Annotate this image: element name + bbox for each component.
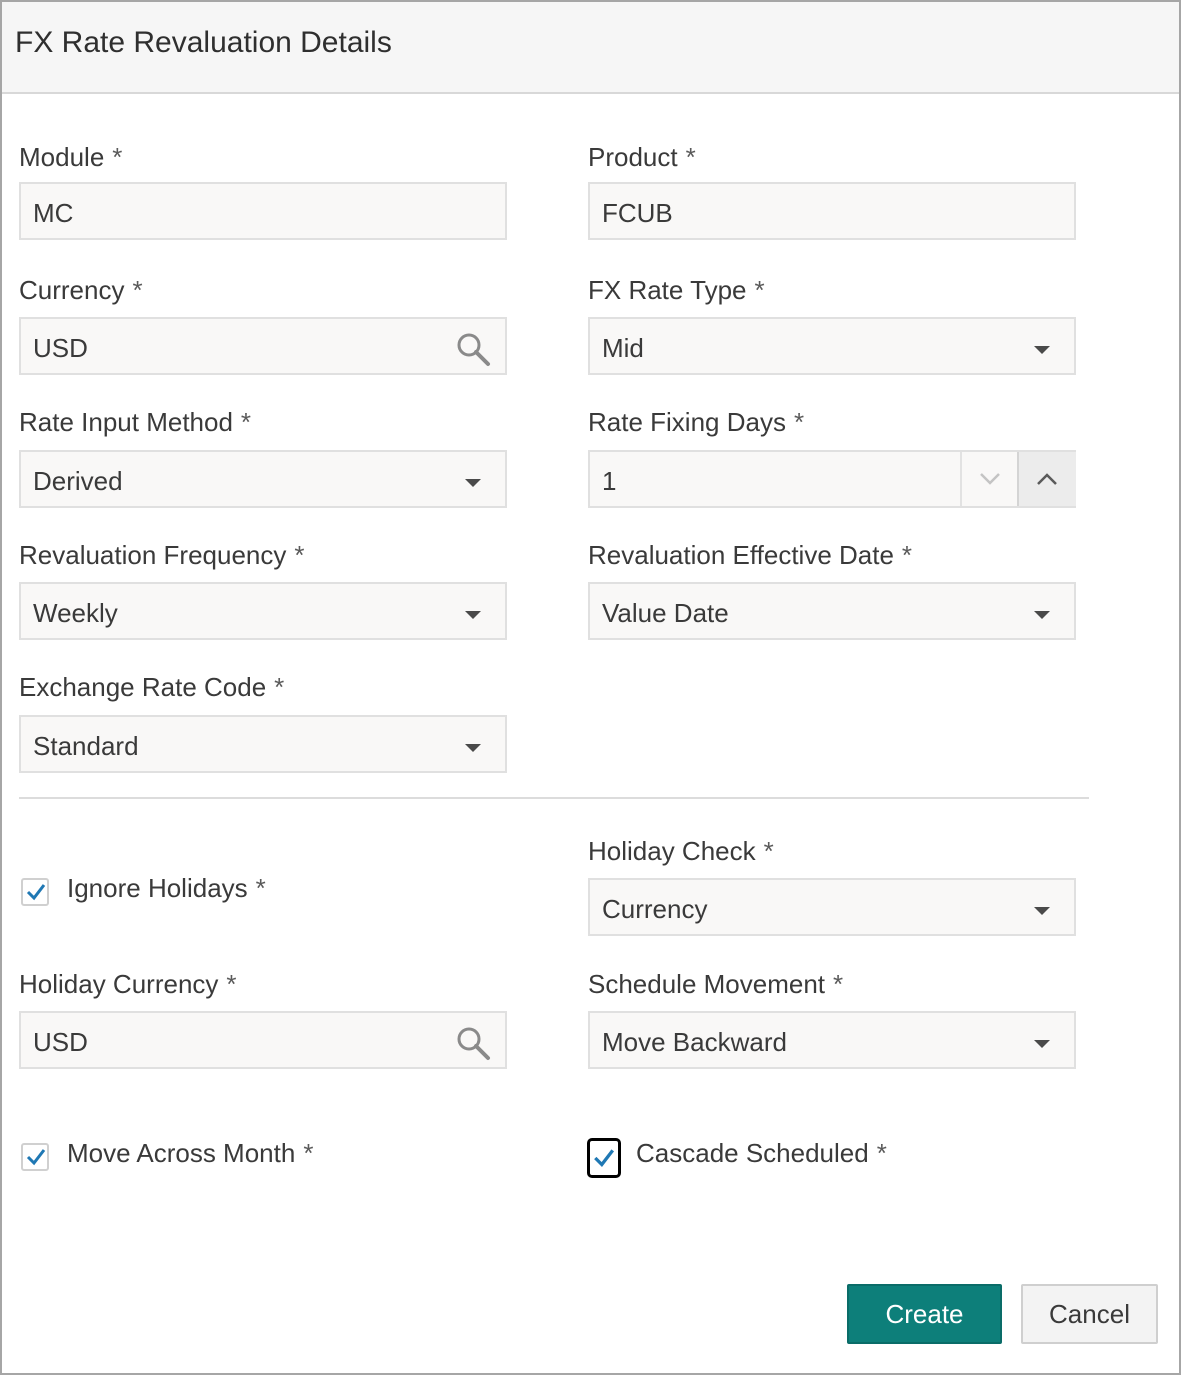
revaluation-frequency-label: Revaluation Frequency * (19, 540, 305, 570)
cascade-scheduled-label: Cascade Scheduled * (636, 1138, 887, 1168)
chevron-down-icon (980, 473, 1000, 485)
fx-rate-type-select[interactable]: Mid (588, 317, 1076, 375)
schedule-movement-select[interactable]: Move Backward (588, 1011, 1076, 1069)
rate-fixing-days-stepper[interactable]: 1 (588, 450, 1076, 508)
search-icon[interactable] (455, 331, 491, 367)
holiday-currency-value: USD (33, 1027, 88, 1057)
product-field[interactable]: FCUB (588, 182, 1076, 240)
dialog-title: FX Rate Revaluation Details (15, 26, 392, 59)
cancel-button[interactable]: Cancel (1021, 1284, 1158, 1344)
chevron-down-icon (465, 744, 481, 752)
chevron-down-icon (465, 479, 481, 487)
fx-rate-revaluation-dialog: FX Rate Revaluation Details Module * MC P… (0, 0, 1181, 1375)
chevron-down-icon (1034, 907, 1050, 915)
cascade-scheduled-checkbox[interactable] (587, 1138, 621, 1178)
rate-input-method-select[interactable]: Derived (19, 450, 507, 508)
holiday-check-value: Currency (602, 894, 708, 924)
checkmark-icon (26, 1149, 46, 1166)
increment-button[interactable] (1017, 452, 1076, 506)
revaluation-frequency-value: Weekly (33, 598, 118, 628)
section-divider (19, 797, 1089, 799)
product-label: Product * (588, 142, 696, 172)
chevron-down-icon (1034, 611, 1050, 619)
search-icon[interactable] (455, 1025, 491, 1061)
module-value: MC (33, 198, 74, 228)
stepper-buttons (960, 452, 1076, 506)
revaluation-effective-date-value: Value Date (602, 598, 729, 628)
holiday-check-label: Holiday Check * (588, 836, 774, 866)
revaluation-effective-date-select[interactable]: Value Date (588, 582, 1076, 640)
checkmark-icon (26, 884, 46, 901)
fx-rate-type-label: FX Rate Type * (588, 275, 765, 305)
chevron-down-icon (465, 611, 481, 619)
exchange-rate-code-label: Exchange Rate Code * (19, 672, 285, 702)
create-button[interactable]: Create (847, 1284, 1002, 1344)
currency-label: Currency * (19, 275, 143, 305)
checkmark-icon (594, 1149, 615, 1168)
schedule-movement-label: Schedule Movement * (588, 969, 844, 999)
rate-input-method-label: Rate Input Method * (19, 407, 252, 437)
dialog-header: FX Rate Revaluation Details (2, 2, 1179, 94)
module-label: Module * (19, 142, 123, 172)
product-value: FCUB (602, 198, 673, 228)
chevron-up-icon (1037, 473, 1057, 485)
rate-fixing-days-value: 1 (602, 466, 617, 496)
move-across-month-checkbox[interactable] (21, 1143, 49, 1171)
ignore-holidays-checkbox[interactable] (21, 878, 49, 906)
holiday-currency-label: Holiday Currency * (19, 969, 237, 999)
rate-fixing-days-label: Rate Fixing Days * (588, 407, 805, 437)
ignore-holidays-label: Ignore Holidays * (67, 873, 266, 903)
currency-field[interactable]: USD (19, 317, 507, 375)
rate-input-method-value: Derived (33, 466, 123, 496)
exchange-rate-code-value: Standard (33, 731, 139, 761)
decrement-button[interactable] (960, 452, 1019, 506)
schedule-movement-value: Move Backward (602, 1027, 787, 1057)
holiday-check-select[interactable]: Currency (588, 878, 1076, 936)
exchange-rate-code-select[interactable]: Standard (19, 715, 507, 773)
currency-value: USD (33, 333, 88, 363)
module-field[interactable]: MC (19, 182, 507, 240)
fx-rate-type-value: Mid (602, 333, 644, 363)
revaluation-frequency-select[interactable]: Weekly (19, 582, 507, 640)
move-across-month-label: Move Across Month * (67, 1138, 314, 1168)
chevron-down-icon (1034, 346, 1050, 354)
revaluation-effective-date-label: Revaluation Effective Date * (588, 540, 913, 570)
holiday-currency-field[interactable]: USD (19, 1011, 507, 1069)
chevron-down-icon (1034, 1040, 1050, 1048)
